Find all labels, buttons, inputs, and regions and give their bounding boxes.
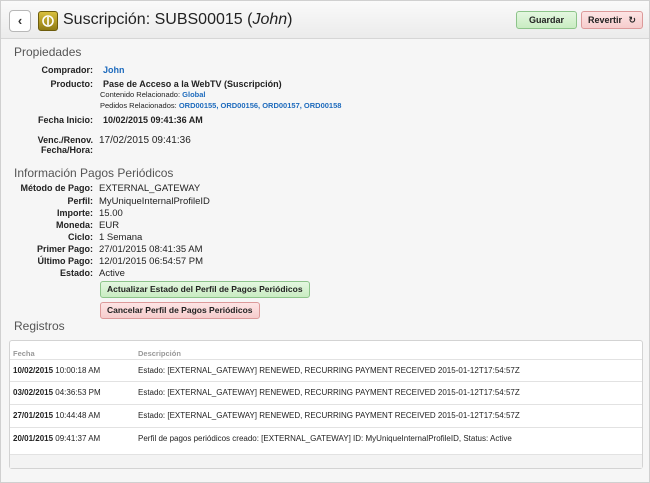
primer-pago-label: Primer Pago:: [36, 244, 93, 254]
ciclo-label: Ciclo:: [67, 232, 93, 242]
header-bar: ‹ Suscripción: SUBS00015 (John) Guardar …: [1, 1, 649, 39]
perfil-value: MyUniqueInternalProfileID: [99, 196, 210, 207]
venc-label: Venc./Renov. Fecha/Hora:: [38, 135, 93, 155]
refresh-icon: ↻: [628, 15, 637, 25]
row-date-day: 10/02/2015: [13, 366, 54, 375]
registros-table: Fecha Descripción 10/02/2015 10:00:18 AM…: [9, 340, 643, 469]
title-user: John: [252, 11, 288, 28]
section-title-propiedades: Propiedades: [14, 45, 82, 59]
comprador-link[interactable]: John: [103, 65, 125, 75]
venc-label-line2: Fecha/Hora:: [40, 145, 93, 155]
divider: [10, 381, 642, 382]
row-desc: Estado: [EXTERNAL_GATEWAY] RENEWED, RECU…: [138, 388, 520, 397]
divider: [10, 427, 642, 428]
row-date: 20/01/2015 09:41:37 AM: [13, 434, 100, 443]
section-title-registros: Registros: [14, 319, 65, 333]
back-button[interactable]: ‹: [9, 10, 31, 32]
ultimo-pago-value: 12/01/2015 06:54:57 PM: [99, 256, 204, 267]
ultimo-pago-label: Último Pago:: [37, 256, 94, 266]
row-desc: Perfil de pagos periódicos creado: [EXTE…: [138, 434, 512, 443]
row-date-time: 10:00:18 AM: [55, 366, 101, 375]
update-profile-button[interactable]: Actualizar Estado del Perfil de Pagos Pe…: [100, 281, 310, 298]
row-date: 27/01/2015 10:44:48 AM: [13, 411, 100, 420]
pedidos-relacionados: Pedidos Relacionados: ORD00155, ORD00156…: [100, 101, 341, 110]
metodo-pago-label: Método de Pago:: [20, 183, 94, 193]
col-header-descripcion: Descripción: [138, 349, 181, 358]
title-prefix: Suscripción: SUBS00015: [63, 11, 243, 28]
row-date-day: 20/01/2015: [13, 434, 54, 443]
section-title-pagos: Información Pagos Periódicos: [14, 166, 174, 180]
producto-label: Producto:: [50, 79, 94, 89]
fecha-inicio-label: Fecha Inicio:: [37, 115, 93, 125]
chevron-left-icon: ‹: [17, 13, 23, 28]
row-date-day: 03/02/2015: [13, 388, 54, 397]
pedidos-label: Pedidos Relacionados:: [100, 101, 177, 110]
venc-value: 17/02/2015 09:41:36: [99, 135, 191, 146]
row-desc: Estado: [EXTERNAL_GATEWAY] RENEWED, RECU…: [138, 411, 520, 420]
divider: [10, 359, 642, 360]
metodo-pago-value: EXTERNAL_GATEWAY: [99, 183, 201, 194]
col-header-fecha: Fecha: [13, 349, 35, 358]
save-button[interactable]: Guardar: [516, 11, 577, 29]
moneda-label: Moneda:: [56, 220, 93, 230]
estado-label: Estado:: [59, 268, 93, 278]
page-title: Suscripción: SUBS00015 (John): [63, 11, 293, 28]
contenido-link[interactable]: Global: [182, 90, 205, 99]
importe-label: Importe:: [57, 208, 93, 218]
order-link[interactable]: ORD00158: [304, 101, 342, 110]
primer-pago-value: 27/01/2015 08:41:35 AM: [99, 244, 203, 255]
row-desc: Estado: [EXTERNAL_GATEWAY] RENEWED, RECU…: [138, 366, 520, 375]
revert-label: Revertir: [587, 15, 622, 25]
table-footer: [10, 454, 642, 468]
fecha-inicio-value: 10/02/2015 09:41:36 AM: [103, 115, 203, 125]
contenido-label: Contenido Relacionado:: [100, 90, 181, 99]
row-date-day: 27/01/2015: [13, 411, 54, 420]
comprador-label: Comprador:: [41, 65, 94, 75]
estado-value: Active: [99, 268, 125, 279]
ciclo-value: 1 Semana: [99, 232, 143, 243]
order-link[interactable]: ORD00157,: [262, 101, 302, 110]
row-date-time: 09:41:37 AM: [55, 434, 101, 443]
perfil-label: Perfil:: [67, 196, 93, 206]
row-date-time: 04:36:53 PM: [55, 388, 101, 397]
cancel-profile-button[interactable]: Cancelar Perfil de Pagos Periódicos: [100, 302, 260, 319]
subscription-app-icon: [38, 11, 58, 31]
row-date: 03/02/2015 04:36:53 PM: [13, 388, 101, 397]
order-link[interactable]: ORD00155,: [179, 101, 219, 110]
contenido-relacionado: Contenido Relacionado: Global: [100, 90, 206, 99]
revert-button[interactable]: Revertir ↻: [581, 11, 643, 29]
row-date: 10/02/2015 10:00:18 AM: [13, 366, 100, 375]
producto-value: Pase de Acceso a la WebTV (Suscripción): [103, 79, 282, 89]
moneda-value: EUR: [99, 220, 120, 231]
row-date-time: 10:44:48 AM: [55, 411, 101, 420]
venc-label-line1: Venc./Renov.: [37, 135, 93, 145]
divider: [10, 404, 642, 405]
importe-value: 15.00: [99, 208, 123, 219]
order-link[interactable]: ORD00156,: [221, 101, 261, 110]
